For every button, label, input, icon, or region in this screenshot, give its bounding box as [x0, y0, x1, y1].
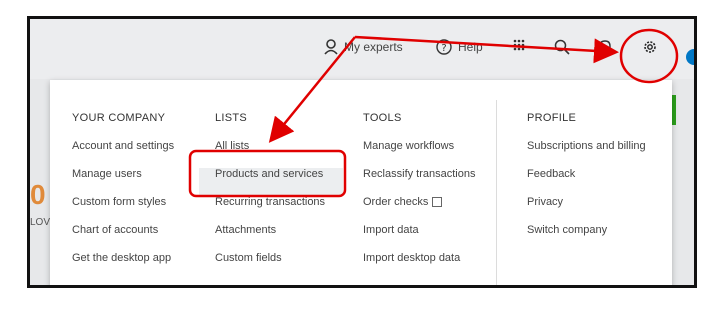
help-label: Help: [458, 40, 483, 54]
notifications-button[interactable]: [598, 39, 612, 55]
menu-item-manage-users[interactable]: Manage users: [72, 168, 174, 196]
bell-icon: [598, 39, 612, 55]
menu-item-account-settings[interactable]: Account and settings: [72, 140, 174, 168]
column-your-company: YOUR COMPANY Account and settings Manage…: [72, 112, 174, 280]
menu-item-custom-form-styles[interactable]: Custom form styles: [72, 196, 174, 224]
column-heading: PROFILE: [527, 112, 577, 124]
person-icon: [324, 39, 338, 55]
top-bar: My experts ? Help: [30, 19, 694, 79]
menu-item-switch-company[interactable]: Switch company: [527, 224, 646, 252]
svg-text:?: ?: [441, 43, 446, 54]
menu-item-all-lists[interactable]: All lists: [215, 140, 343, 168]
menu-item-import-data[interactable]: Import data: [363, 224, 476, 252]
menu-item-products-services[interactable]: Products and services: [199, 168, 343, 196]
external-link-icon: [432, 197, 443, 208]
avatar[interactable]: [686, 49, 694, 65]
menu-item-privacy[interactable]: Privacy: [527, 196, 646, 224]
search-button[interactable]: [554, 39, 570, 55]
column-heading: YOUR COMPANY: [72, 112, 166, 124]
app-window: My experts ? Help 0 LOV YOUR COMPANY Acc…: [27, 16, 697, 288]
column-heading: LISTS: [215, 112, 248, 124]
menu-item-import-desktop-data[interactable]: Import desktop data: [363, 252, 476, 280]
menu-item-manage-workflows[interactable]: Manage workflows: [363, 140, 476, 168]
my-experts-label: My experts: [344, 40, 403, 54]
gear-icon: [642, 39, 658, 55]
menu-item-desktop-app[interactable]: Get the desktop app: [72, 252, 174, 280]
my-experts-link[interactable]: My experts: [324, 39, 403, 55]
column-lists: LISTS All lists Products and services Re…: [199, 112, 343, 280]
menu-item-subscriptions-billing[interactable]: Subscriptions and billing: [527, 140, 646, 168]
settings-menu: YOUR COMPANY Account and settings Manage…: [50, 80, 672, 285]
order-checks-label: Order checks: [363, 196, 429, 208]
background-label: LOV: [30, 217, 51, 228]
question-icon: ?: [436, 39, 452, 55]
menu-item-chart-of-accounts[interactable]: Chart of accounts: [72, 224, 174, 252]
column-heading: TOOLS: [363, 112, 402, 124]
help-button[interactable]: ? Help: [436, 39, 483, 55]
search-icon: [554, 39, 570, 55]
menu-item-recurring-transactions[interactable]: Recurring transactions: [215, 196, 343, 224]
menu-item-custom-fields[interactable]: Custom fields: [215, 252, 343, 280]
menu-item-order-checks[interactable]: Order checks: [363, 196, 476, 224]
apps-grid-icon: [513, 39, 525, 51]
menu-item-attachments[interactable]: Attachments: [215, 224, 343, 252]
column-divider: [496, 100, 497, 285]
apps-button[interactable]: [513, 39, 525, 51]
column-tools: TOOLS Manage workflows Reclassify transa…: [363, 112, 476, 280]
settings-button[interactable]: [642, 39, 658, 55]
menu-item-reclassify[interactable]: Reclassify transactions: [363, 168, 476, 196]
background-amount: 0: [30, 179, 46, 210]
menu-item-feedback[interactable]: Feedback: [527, 168, 646, 196]
column-profile: PROFILE Subscriptions and billing Feedba…: [527, 112, 646, 252]
